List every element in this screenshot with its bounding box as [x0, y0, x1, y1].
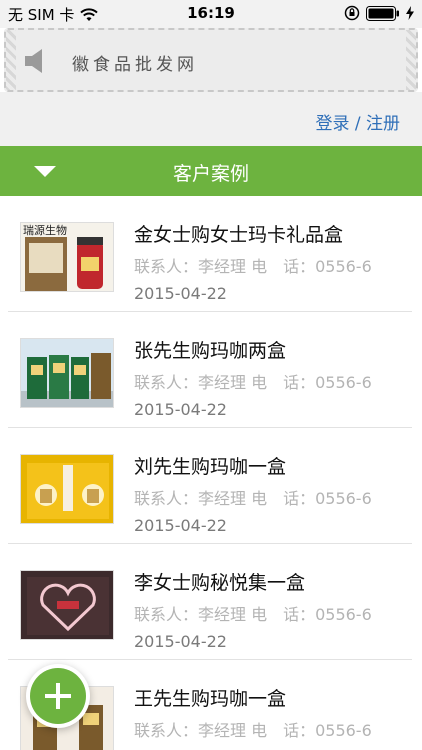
case-title: 张先生购玛咖两盒 — [134, 340, 287, 362]
case-list: 瑞源生物 金女士购女士玛卡礼品盒 联系人：李经理 电 话：0556-6 2015… — [0, 196, 422, 750]
case-contact: 联系人：李经理 电 话：0556-6 — [134, 489, 372, 508]
speaker-icon — [25, 49, 42, 73]
case-title: 金女士购女士玛卡礼品盒 — [134, 224, 344, 246]
charging-icon — [406, 6, 414, 20]
rotation-lock-icon — [344, 5, 360, 21]
battery-icon — [366, 5, 399, 21]
case-thumbnail — [20, 570, 114, 640]
case-contact: 联系人：李经理 电 话：0556-6 — [134, 721, 372, 740]
notice-stripe-right — [406, 30, 416, 90]
list-item[interactable]: 瑞源生物 金女士购女士玛卡礼品盒 联系人：李经理 电 话：0556-6 2015… — [8, 196, 412, 312]
case-contact: 联系人：李经理 电 话：0556-6 — [134, 605, 372, 624]
case-date: 2015-04-22 — [134, 516, 227, 535]
status-right — [344, 5, 414, 21]
section-header[interactable]: 客户案例 — [0, 146, 422, 196]
case-thumbnail — [20, 338, 114, 408]
status-bar: 无 SIM 卡 16:19 — [0, 0, 422, 28]
case-date: 2015-04-22 — [134, 632, 227, 651]
login-register-link[interactable]: 登录 / 注册 — [315, 109, 400, 134]
notice-stripe-left — [6, 30, 16, 90]
case-contact: 联系人：李经理 电 话：0556-6 — [134, 373, 372, 392]
case-contact: 联系人：李经理 电 话：0556-6 — [134, 257, 372, 276]
case-date: 2015-04-22 — [134, 400, 227, 419]
case-date: 2015-04-22 — [134, 284, 227, 303]
list-item[interactable]: 刘先生购玛咖一盒 联系人：李经理 电 话：0556-6 2015-04-22 — [8, 428, 412, 544]
case-thumbnail: 瑞源生物 — [20, 222, 114, 292]
plus-icon-vertical — [56, 683, 60, 709]
thumb-brand-text: 瑞源生物 — [23, 223, 67, 237]
list-item[interactable]: 李女士购秘悦集一盒 联系人：李经理 电 话：0556-6 2015-04-22 — [8, 544, 412, 660]
add-fab-button[interactable] — [30, 668, 86, 724]
case-title: 李女士购秘悦集一盒 — [134, 572, 306, 594]
notice-banner[interactable]: 徽食品批发网 — [4, 28, 418, 92]
case-title: 王先生购玛咖一盒 — [134, 688, 287, 710]
case-thumbnail — [20, 454, 114, 524]
section-title: 客户案例 — [172, 163, 249, 185]
case-title: 刘先生购玛咖一盒 — [134, 456, 287, 478]
login-area: 登录 / 注册 — [0, 92, 422, 146]
list-item[interactable]: 张先生购玛咖两盒 联系人：李经理 电 话：0556-6 2015-04-22 — [8, 312, 412, 428]
notice-text: 徽食品批发网 — [72, 55, 198, 75]
